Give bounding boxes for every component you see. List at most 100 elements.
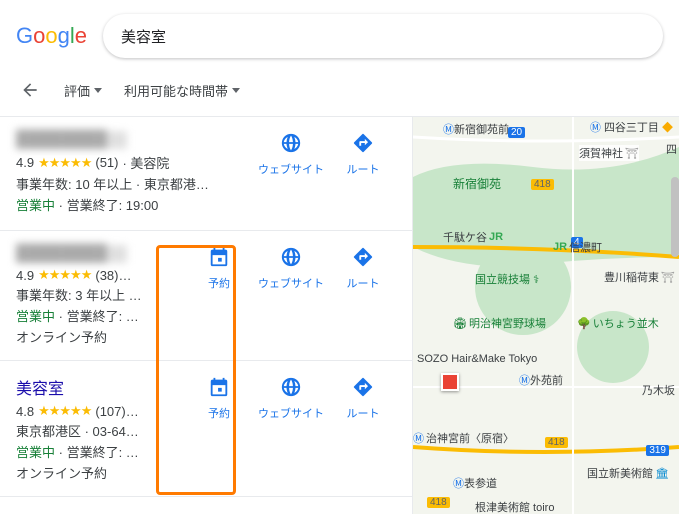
search-input[interactable]: [121, 28, 645, 45]
booking-button[interactable]: 予約: [186, 375, 252, 421]
back-arrow-icon[interactable]: [18, 78, 42, 102]
website-button[interactable]: ウェブサイト: [258, 131, 324, 177]
result-item[interactable]: 美容室 4.8 ★★★★★ (107)… 東京都港区 · 03-64… 営業中 · 営…: [0, 361, 412, 497]
star-icon: ★★★★★: [38, 267, 91, 283]
map-label: 千駄ケ谷JR: [443, 229, 503, 245]
route-shield: 418: [545, 437, 568, 448]
filter-rating[interactable]: 評価: [64, 81, 102, 100]
directions-icon: [351, 245, 375, 269]
closing-time: 営業終了: …: [67, 309, 139, 324]
result-item[interactable]: ████████ 4.9 ★★★★★ (38)… 事業年数: 3 年以上 … 営業中 …: [0, 231, 412, 361]
scrollbar-thumb[interactable]: [671, 177, 679, 257]
result-info: ████████4.9 ★★★★★ (51) · 美容院事業年数: 10 年以上…: [16, 131, 250, 216]
result-hours: 営業中 · 営業終了: …: [16, 442, 178, 461]
map-label: JR信濃町: [553, 239, 602, 255]
result-hours: 営業中 · 営業終了: 19:00: [16, 195, 250, 214]
online-booking-label: オンライン予約: [16, 327, 178, 346]
rating-row: 4.9 ★★★★★ (51) · 美容院: [16, 153, 250, 172]
directions-label: ルート: [347, 275, 380, 291]
rating-value: 4.9: [16, 268, 34, 283]
map-label: SOZO Hair&Make Tokyo: [417, 353, 537, 365]
calendar-icon: [207, 375, 231, 399]
directions-button[interactable]: ルート: [330, 375, 396, 421]
globe-icon: [279, 375, 303, 399]
category: · 美容院: [122, 153, 169, 172]
result-actions: ウェブサイト ルート: [258, 131, 396, 216]
filter-bar: 評価 利用可能な時間帯: [0, 68, 679, 117]
website-button[interactable]: ウェブサイト: [258, 245, 324, 291]
chevron-down-icon: [232, 88, 240, 93]
closing-time: 営業終了: …: [67, 445, 139, 460]
rating-row: 4.9 ★★★★★ (38)…: [16, 267, 178, 283]
review-count: (38)…: [95, 268, 131, 283]
google-logo[interactable]: Google: [16, 23, 87, 49]
website-label: ウェブサイト: [258, 161, 324, 177]
route-shield: 319: [646, 445, 669, 456]
chevron-down-icon: [94, 88, 102, 93]
header: Google: [0, 0, 679, 68]
booking-button[interactable]: 予約: [186, 245, 252, 291]
search-box[interactable]: [103, 14, 663, 58]
map-label: Ⓜ治神宮前〈原宿〉: [413, 430, 514, 446]
route-shield: 418: [531, 179, 554, 190]
result-actions: 予約 ウェブサイト ルート: [186, 245, 396, 346]
directions-button[interactable]: ルート: [330, 245, 396, 291]
map-label: 国立新美術館🏛: [587, 465, 669, 481]
map-label: Ⓜ 四谷三丁目 ◆: [590, 119, 673, 135]
result-meta: 事業年数: 10 年以上 · 東京都港…: [16, 174, 250, 193]
result-meta: 東京都港区 · 03-64…: [16, 421, 178, 440]
map-label: 🌳いちょう並木: [577, 315, 659, 331]
online-booking-label: オンライン予約: [16, 463, 178, 482]
website-label: ウェブサイト: [258, 275, 324, 291]
review-count: (51): [95, 155, 118, 170]
result-info: ████████ 4.9 ★★★★★ (38)… 事業年数: 3 年以上 … 営業中 …: [16, 245, 178, 346]
star-icon: ★★★★★: [38, 403, 91, 419]
directions-button[interactable]: ルート: [330, 131, 396, 177]
route-shield: 20: [508, 127, 525, 138]
map-label: 須賀神社⛩: [579, 145, 639, 161]
review-count: (107)…: [95, 404, 138, 419]
map-label: Ⓜ表参道: [453, 475, 497, 491]
star-icon: ★★★★★: [38, 155, 91, 171]
map-label: 乃木坂: [642, 382, 675, 398]
result-info: 美容室 4.8 ★★★★★ (107)… 東京都港区 · 03-64… 営業中 · 営…: [16, 375, 178, 482]
website-button[interactable]: ウェブサイト: [258, 375, 324, 421]
rating-value: 4.8: [16, 404, 34, 419]
open-status: 営業中: [16, 198, 55, 213]
result-title: 美容室: [16, 375, 64, 399]
open-status: 営業中: [16, 309, 55, 324]
map-pin[interactable]: [441, 373, 459, 391]
rating-value: 4.9: [16, 155, 34, 170]
result-hours: 営業中 · 営業終了: …: [16, 306, 178, 325]
globe-icon: [279, 131, 303, 155]
map-label: 国立競技場 ⚕: [475, 271, 539, 287]
directions-label: ルート: [347, 161, 380, 177]
globe-icon: [279, 245, 303, 269]
map-label: 新宿御苑: [453, 175, 501, 192]
directions-icon: [351, 375, 375, 399]
filter-rating-label: 評価: [64, 81, 90, 100]
booking-label: 予約: [208, 405, 230, 421]
rating-row: 4.8 ★★★★★ (107)…: [16, 403, 178, 419]
result-title: ████████: [16, 131, 127, 149]
booking-label: 予約: [208, 275, 230, 291]
content-area: ████████4.9 ★★★★★ (51) · 美容院事業年数: 10 年以上…: [0, 117, 679, 514]
map-label: Ⓜ新宿御苑前: [443, 121, 509, 137]
directions-icon: [351, 131, 375, 155]
closing-time: 営業終了: 19:00: [67, 198, 159, 213]
map[interactable]: Ⓜ新宿御苑前 Ⓜ 四谷三丁目 ◆ 須賀神社⛩ 新宿御苑 418 20 4 四 千…: [413, 117, 679, 514]
result-item[interactable]: ████████4.9 ★★★★★ (51) · 美容院事業年数: 10 年以上…: [0, 117, 412, 231]
filter-hours[interactable]: 利用可能な時間帯: [124, 81, 240, 100]
result-meta: 事業年数: 3 年以上 …: [16, 285, 178, 304]
directions-label: ルート: [347, 405, 380, 421]
filter-hours-label: 利用可能な時間帯: [124, 81, 228, 100]
open-status: 営業中: [16, 445, 55, 460]
website-label: ウェブサイト: [258, 405, 324, 421]
map-label: 🏟明治神宮野球場: [453, 315, 546, 331]
results-list: ████████4.9 ★★★★★ (51) · 美容院事業年数: 10 年以上…: [0, 117, 413, 514]
map-label: 四: [666, 141, 677, 157]
map-label: Ⓜ外苑前: [519, 372, 563, 388]
map-label: 豊川稲荷東⛩: [604, 269, 675, 285]
map-label: 根津美術館 toiro: [475, 499, 554, 515]
result-title: ████████: [16, 245, 127, 263]
